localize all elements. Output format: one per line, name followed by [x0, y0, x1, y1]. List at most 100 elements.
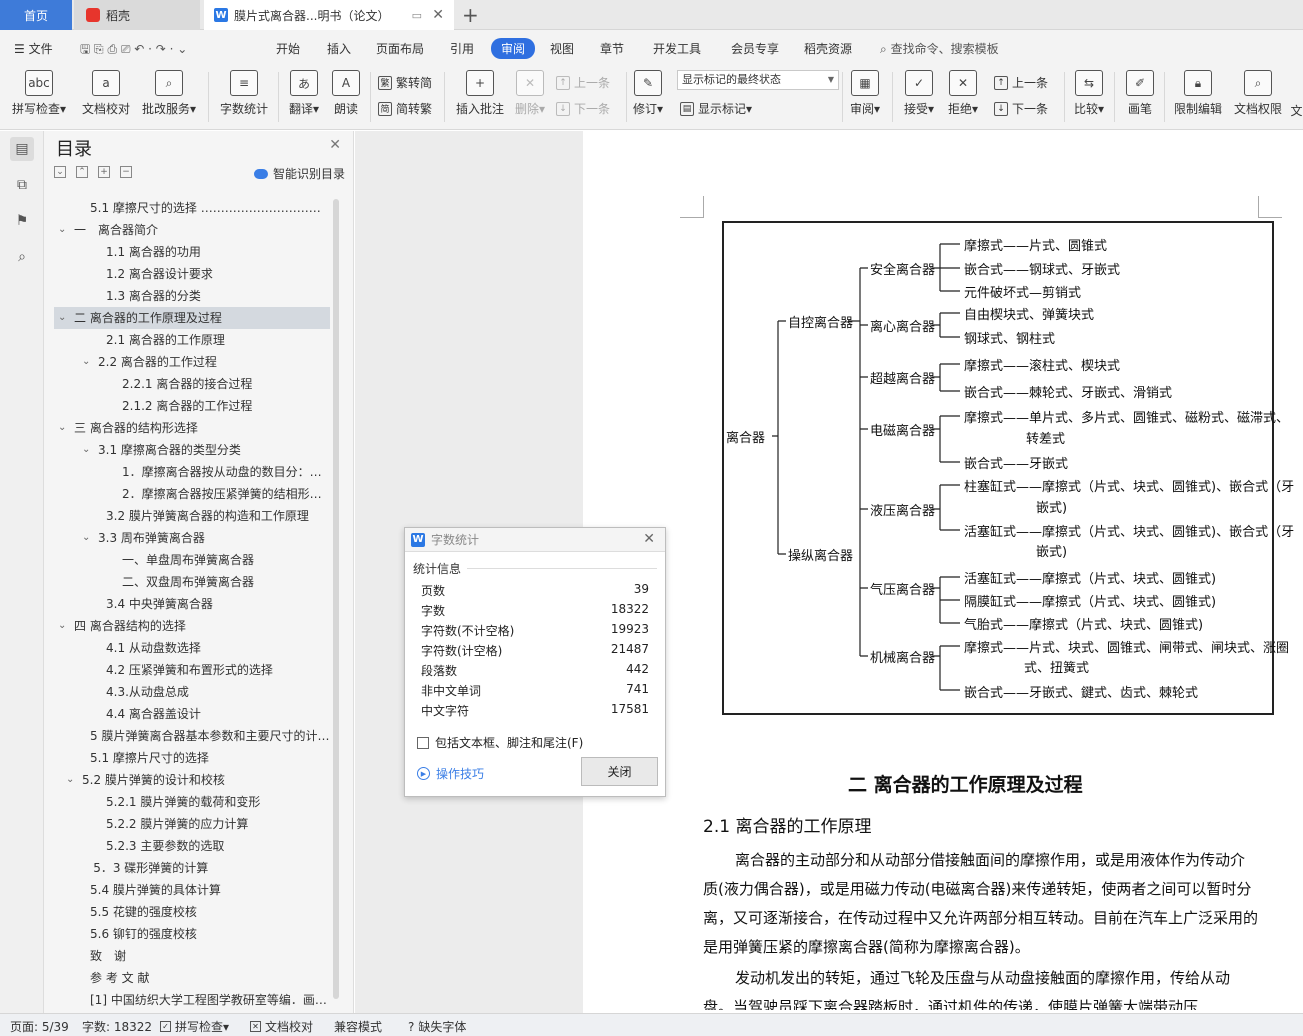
collapse-icon[interactable]: −: [120, 166, 132, 178]
toc-item[interactable]: 4.2 压紧弹簧和布置形式的选择: [54, 659, 330, 681]
more-button[interactable]: 文: [1290, 102, 1303, 119]
close-icon[interactable]: ✕: [643, 531, 655, 547]
toc-item[interactable]: ⌄ 3.3 周布弹簧离合器: [54, 527, 330, 549]
markup-state-select[interactable]: 显示标记的最终状态 ▼: [677, 70, 839, 90]
chevron-down-icon[interactable]: ⌄: [58, 417, 66, 439]
toc-item[interactable]: 参 考 文 献: [54, 967, 330, 989]
toc-item[interactable]: 4.1 从动盘数选择: [54, 637, 330, 659]
menu-insert[interactable]: 插入: [327, 40, 351, 57]
toc-item[interactable]: 2.2.1 离合器的接合过程: [54, 373, 330, 395]
toc-item[interactable]: 5.2.2 膜片弹簧的应力计算: [54, 813, 330, 835]
chevron-down-icon[interactable]: ⌄: [58, 307, 66, 329]
read-aloud-button[interactable]: A 朗读: [328, 70, 364, 117]
prev-comment-button[interactable]: ↑ 上一条: [556, 74, 610, 91]
chevron-down-icon[interactable]: ⌄: [82, 351, 90, 373]
chevron-down-icon[interactable]: ⌄: [58, 615, 66, 637]
tab-daoke[interactable]: 稻壳: [74, 0, 200, 30]
review-pane-button[interactable]: ▦ 审阅▾: [846, 70, 884, 117]
menu-view[interactable]: 视图: [550, 40, 574, 57]
toc-item[interactable]: 二、双盘周布弹簧离合器: [54, 571, 330, 593]
toc-item[interactable]: 4.3.从动盘总成: [54, 681, 330, 703]
monitor-icon[interactable]: ▭: [412, 9, 422, 22]
expand-icon[interactable]: +: [98, 166, 110, 178]
status-proof[interactable]: ✕ 文档校对: [250, 1018, 313, 1035]
dialog-header[interactable]: W 字数统计 ✕: [405, 528, 665, 552]
show-markup-button[interactable]: ▤ 显示标记 ▾: [680, 100, 752, 117]
toc-item[interactable]: 5.5 花键的强度校核: [54, 901, 330, 923]
close-tab-icon[interactable]: ✕: [432, 7, 444, 23]
close-button[interactable]: 关闭: [581, 757, 658, 786]
menu-review[interactable]: 审阅: [491, 38, 536, 59]
toc-item[interactable]: 5.2.3 主要参数的选取: [54, 835, 330, 857]
new-tab-icon[interactable]: +: [462, 3, 479, 27]
toc-item[interactable]: 3.2 膜片弹簧离合器的构造和工作原理: [54, 505, 330, 527]
reject-button[interactable]: ✕ 拒绝▾: [944, 70, 982, 117]
chevron-down-icon[interactable]: ⌄: [82, 527, 90, 549]
toc-item[interactable]: 5.4 膜片弹簧的具体计算: [54, 879, 330, 901]
toc-item[interactable]: 1.1 离合器的功用: [54, 241, 330, 263]
checkbox-box[interactable]: [417, 736, 429, 749]
bookmark-icon[interactable]: ⚑: [10, 209, 34, 233]
word-count-indicator[interactable]: 字数: 18322: [82, 1018, 152, 1035]
accept-button[interactable]: ✓ 接受▾: [900, 70, 938, 117]
include-textbox-checkbox[interactable]: 包括文本框、脚注和尾注(F): [417, 734, 583, 751]
chevron-down-icon[interactable]: ⌄: [82, 439, 90, 461]
menu-dev[interactable]: 开发工具: [653, 40, 701, 57]
toc-item[interactable]: 4.4 离合器盖设计: [54, 703, 330, 725]
toc-item[interactable]: ⌄ 四 离合器结构的选择: [54, 615, 330, 637]
chevron-down-icon[interactable]: ⌄: [58, 219, 66, 241]
toc-item[interactable]: 3.4 中央弹簧离合器: [54, 593, 330, 615]
menu-reference[interactable]: 引用: [450, 40, 474, 57]
next-change-button[interactable]: ↓ 下一条: [994, 100, 1048, 117]
toc-item[interactable]: ⌄ 二 离合器的工作原理及过程: [54, 307, 330, 329]
toc-item[interactable]: 1．摩擦离合器按从动盘的数目分：单…: [54, 461, 330, 483]
revise-button[interactable]: ✎ 修订▾: [630, 70, 666, 117]
toc-scrollbar[interactable]: [333, 199, 339, 999]
toc-item[interactable]: 5.6 铆钉的强度校核: [54, 923, 330, 945]
insert-comment-button[interactable]: + 插入批注: [452, 70, 508, 117]
doc-rights-button[interactable]: ⌕ 文档权限: [1230, 70, 1286, 117]
toc-item[interactable]: 1.3 离合器的分类: [54, 285, 330, 307]
toc-item[interactable]: 5 膜片弹簧离合器基本参数和主要尺寸的计…: [54, 725, 330, 747]
toc-item[interactable]: [1] 中国纺织大学工程图学教研室等编．画…: [54, 989, 330, 1011]
word-count-button[interactable]: ≡ 字数统计: [216, 70, 272, 117]
page-indicator[interactable]: 页面: 5/39: [10, 1018, 69, 1035]
find-icon[interactable]: ⌕: [10, 245, 34, 269]
toc-item[interactable]: 2.1 离合器的工作原理: [54, 329, 330, 351]
toc-item[interactable]: ⌄ 3.1 摩擦离合器的类型分类: [54, 439, 330, 461]
toc-item[interactable]: ⌄ 5.2 膜片弹簧的设计和校核: [54, 769, 330, 791]
tips-link[interactable]: ▶ 操作技巧: [417, 765, 484, 782]
trad-to-simp-button[interactable]: 繁繁转简: [378, 74, 432, 91]
tab-document[interactable]: W 膜片式离合器...明书（论文） ▭ ✕: [204, 0, 454, 30]
status-spell-check[interactable]: ✓ 拼写检查 ▾: [160, 1018, 229, 1035]
toc-item[interactable]: 2.1.2 离合器的工作过程: [54, 395, 330, 417]
pen-button[interactable]: ✐ 画笔: [1122, 70, 1158, 117]
toc-item[interactable]: 1.2 离合器设计要求: [54, 263, 330, 285]
tab-home[interactable]: 首页: [0, 0, 72, 30]
toc-item[interactable]: 5．3 碟形弹簧的计算: [54, 857, 330, 879]
simp-to-trad-button[interactable]: 简简转繁: [378, 100, 432, 117]
toc-panel-icon[interactable]: ▤: [10, 137, 34, 161]
toc-item[interactable]: 一、单盘周布弹簧离合器: [54, 549, 330, 571]
prev-change-button[interactable]: ↑ 上一条: [994, 74, 1048, 91]
toc-item[interactable]: ⌄ 三 离合器的结构形选择: [54, 417, 330, 439]
toc-item[interactable]: 致 谢: [54, 945, 330, 967]
toc-item[interactable]: 5.1 摩擦尺寸的选择 ……………………………………: [54, 197, 330, 219]
translate-button[interactable]: あ翻译▾: [284, 70, 324, 117]
quick-access-icons[interactable]: 🖫 ⎘ ⎙ ⎚ ↶ · ↷ · ⌄: [80, 40, 187, 61]
spell-check-button[interactable]: abc 拼写检查▾: [10, 70, 68, 117]
doc-proof-button[interactable]: a 文档校对: [78, 70, 134, 117]
toc-item[interactable]: ⌄ 2.2 离合器的工作过程: [54, 351, 330, 373]
chevron-down-icon[interactable]: ⌄: [66, 769, 74, 791]
menu-daoke[interactable]: 稻壳资源: [804, 40, 852, 57]
menu-start[interactable]: 开始: [276, 40, 300, 57]
menu-chapter[interactable]: 章节: [600, 40, 624, 57]
restrict-edit-button[interactable]: 🔒︎ 限制编辑: [1170, 70, 1226, 117]
command-search[interactable]: ⌕ 查找命令、搜索模板: [880, 40, 999, 57]
collapse-up-icon[interactable]: ⌃: [76, 166, 88, 178]
close-icon[interactable]: ✕: [329, 137, 341, 153]
toc-item[interactable]: ⌄ 一 离合器简介: [54, 219, 330, 241]
menu-layout[interactable]: 页面布局: [376, 40, 424, 57]
compat-mode[interactable]: 兼容模式: [334, 1018, 382, 1035]
compare-button[interactable]: ⇆ 比较▾: [1070, 70, 1108, 117]
